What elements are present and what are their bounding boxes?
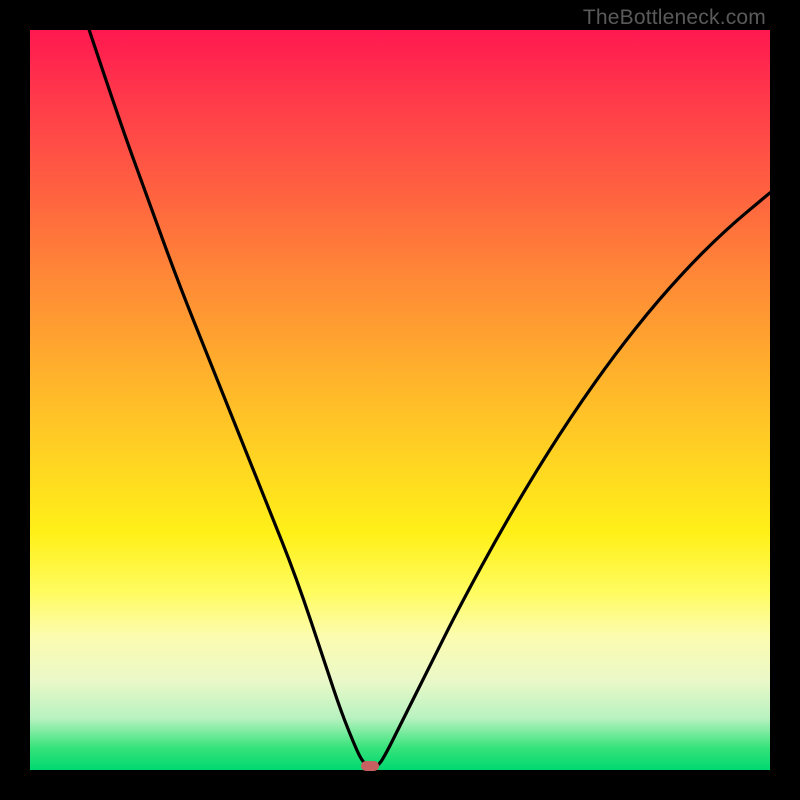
- bottleneck-curve: [30, 30, 770, 770]
- optimum-marker: [361, 761, 379, 771]
- chart-frame: [30, 30, 770, 770]
- watermark-text: TheBottleneck.com: [583, 6, 766, 30]
